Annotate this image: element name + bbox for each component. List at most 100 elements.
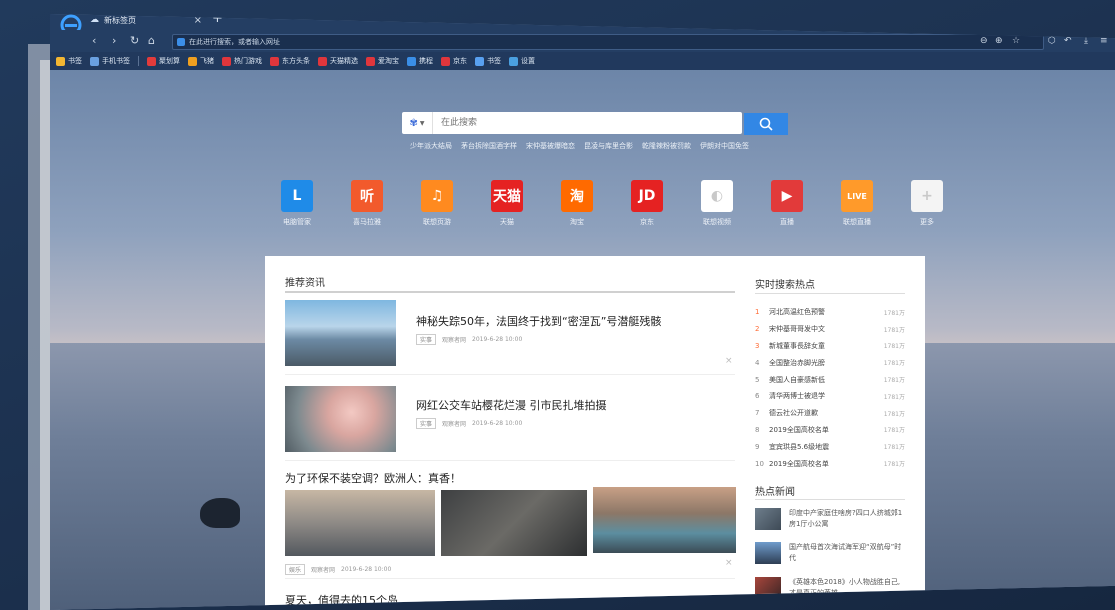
hot-search-text: 德云社公开道歉 xyxy=(769,409,818,418)
chevron-down-icon: ▼ xyxy=(419,119,425,127)
favorite-star-icon[interactable]: ☆ xyxy=(1012,34,1020,48)
news-icon xyxy=(270,56,279,66)
search-input[interactable] xyxy=(433,117,742,129)
bookmark-label: 爱淘宝 xyxy=(378,57,399,65)
hot-search-item[interactable]: 7 德云社公开道歉 1781万 xyxy=(755,405,905,422)
bookmark-item[interactable]: 飞猪 xyxy=(188,56,214,66)
refresh-icon[interactable]: ↻ xyxy=(130,34,139,48)
dismiss-icon[interactable]: × xyxy=(725,558,733,568)
news-tag: 实事 xyxy=(416,334,437,345)
hot-search-item[interactable]: 3 新城董事長辞女童 1781万 xyxy=(755,338,905,355)
app-icon: 天猫 xyxy=(491,180,523,212)
bookmark-item[interactable]: 聚划算 xyxy=(147,56,180,66)
app-icon: 听 xyxy=(351,180,383,212)
hotword-link[interactable]: 乾隆辣粉被罚款 xyxy=(642,141,691,151)
hot-search-item[interactable]: 9 宜宾珙县5.6级地震 1781万 xyxy=(755,438,905,455)
address-text: 在此进行搜索，或者输入网址 xyxy=(189,38,280,46)
app-shortcut[interactable]: L 电脑管家 xyxy=(262,180,332,227)
hot-search-count: 1781万 xyxy=(883,461,905,469)
bookmark-item[interactable]: 天猫精选 xyxy=(318,56,358,66)
tab-title: 新标签页 xyxy=(104,15,136,25)
app-shortcut[interactable]: ▶ 直播 xyxy=(752,180,822,227)
bookmark-item[interactable]: 手机书签 xyxy=(90,56,130,66)
app-shortcut[interactable]: 天猫 天猫 xyxy=(472,180,542,227)
hot-search-count: 1781万 xyxy=(883,427,905,435)
search-icon xyxy=(759,117,773,131)
hot-news-item[interactable]: 印度中产家庭住啥房?四口人挤城郊1房1厅小公寓 xyxy=(755,508,905,530)
app-label: 天猫 xyxy=(500,218,514,226)
app-shortcut[interactable]: ♫ 联想页游 xyxy=(402,180,472,227)
browser-window: ☁ 新标签页 × + ‹ › ↻ ⌂ 在此进行搜索，或者输入网址 ⊖ ⊕ ☆ ⬡… xyxy=(50,14,1115,610)
search-engine-selector[interactable]: ✾ ▼ xyxy=(402,112,433,134)
hot-search-count: 1781万 xyxy=(883,360,905,368)
app-icon: ♫ xyxy=(421,180,453,212)
bookmark-item[interactable]: 爱淘宝 xyxy=(366,56,399,66)
news-title[interactable]: 网红公交车站樱花烂漫 引市民扎堆拍摄 xyxy=(416,397,607,413)
app-label: 更多 xyxy=(920,218,934,226)
zoom-in-icon[interactable]: ⊕ xyxy=(995,34,1003,48)
hotword-link[interactable]: 伊朗对中国免签 xyxy=(700,141,749,151)
hot-search-item[interactable]: 4 全国整治赤脚光膀 1781万 xyxy=(755,354,905,371)
news-thumbnail[interactable] xyxy=(593,487,736,553)
app-shortcut[interactable]: + 更多 xyxy=(892,180,962,227)
hotword-link[interactable]: 茅台拆除国酒字样 xyxy=(461,141,517,151)
forward-icon[interactable]: › xyxy=(112,34,116,48)
hotword-link[interactable]: 少年派大结局 xyxy=(410,141,452,151)
bookmark-item[interactable]: 京东 xyxy=(441,56,467,66)
bookmark-label: 京东 xyxy=(453,57,467,65)
bookmark-label: 天猫精选 xyxy=(330,57,358,65)
app-shortcut[interactable]: 听喜马拉雅 xyxy=(332,180,402,227)
hot-search-rank: 6 xyxy=(755,392,760,401)
search-button[interactable] xyxy=(744,113,788,135)
app-shortcut[interactable]: ◐ 联想视频 xyxy=(682,180,752,227)
bookmark-label: 书签 xyxy=(487,57,501,65)
bookmark-label: 飞猪 xyxy=(200,57,214,65)
app-icon: JD xyxy=(631,180,663,212)
hotword-link[interactable]: 昆凌与库里合影 xyxy=(584,141,633,151)
news-thumbnail[interactable] xyxy=(441,490,587,556)
news-meta: 实事 观察者网 2019-6-28 10:00 xyxy=(416,334,522,345)
hot-search-item[interactable]: 2 宋仲基哥哥发中文 1781万 xyxy=(755,321,905,338)
wallpaper-rock xyxy=(200,498,240,528)
news-source: 观察者网 xyxy=(311,567,336,574)
bookmark-item[interactable]: 东方头条 xyxy=(270,56,310,66)
dismiss-icon[interactable]: × xyxy=(725,356,733,366)
baidu-paw-icon: ✾ xyxy=(409,117,418,129)
app-label: 电脑管家 xyxy=(283,218,311,226)
hot-search-count: 1781万 xyxy=(883,309,905,317)
news-time: 2019-6-28 10:00 xyxy=(341,566,392,573)
hotword-link[interactable]: 宋仲基被爆暗恋 xyxy=(526,141,575,151)
bookmark-label: 手机书签 xyxy=(102,57,130,65)
bookmark-label: 聚划算 xyxy=(159,57,180,65)
bookmark-item[interactable]: 设置 xyxy=(509,56,535,66)
hot-news-thumbnail xyxy=(755,508,781,530)
hot-news-item[interactable]: 国产航母首次海试海军迎“双航母”时代 xyxy=(755,542,905,564)
hot-search-rank: 8 xyxy=(755,425,760,434)
news-thumbnail[interactable] xyxy=(285,386,396,452)
hot-search-count: 1781万 xyxy=(883,410,905,418)
bookmark-item[interactable]: 书签 xyxy=(475,56,501,66)
home-icon[interactable]: ⌂ xyxy=(148,34,155,48)
news-thumbnail[interactable] xyxy=(285,490,435,556)
app-shortcut[interactable]: JD 京东 xyxy=(612,180,682,227)
hot-search-item[interactable]: 8 2019全国高校名单 1781万 xyxy=(755,422,905,439)
back-icon[interactable]: ‹ xyxy=(92,34,96,48)
zoom-out-icon[interactable]: ⊖ xyxy=(980,34,988,48)
bookmark-item[interactable]: 书签 xyxy=(56,56,82,66)
bookmark-separator xyxy=(138,56,139,66)
hot-search-item[interactable]: 6 清华两博士被退学 1781万 xyxy=(755,388,905,405)
bookmark-item[interactable]: 携程 xyxy=(407,56,433,66)
hot-news-underline xyxy=(755,499,905,500)
news-title[interactable]: 为了环保不装空调？欧洲人：真香！ xyxy=(285,470,461,486)
bookmark-item[interactable]: 热门游戏 xyxy=(222,56,262,66)
news-thumbnail[interactable] xyxy=(285,300,396,366)
hot-search-item[interactable]: 5 美国人自豪感新低 1781万 xyxy=(755,371,905,388)
app-shortcut[interactable]: 淘淘宝 xyxy=(542,180,612,227)
app-shortcut[interactable]: LIVE 联想直播 xyxy=(822,180,892,227)
news-title[interactable]: 神秘失踪50年，法国终于找到“密涅瓦”号潜艇残骸 xyxy=(416,313,661,329)
address-bar[interactable]: 在此进行搜索，或者输入网址 xyxy=(172,34,1044,50)
hot-search-item[interactable]: 10 2019全国高校名单 1781万 xyxy=(755,455,905,472)
bookmark-label: 书签 xyxy=(68,57,82,65)
hot-search-rank: 2 xyxy=(755,325,760,334)
hot-search-item[interactable]: 1 河北高温红色预警 1781万 xyxy=(755,304,905,321)
